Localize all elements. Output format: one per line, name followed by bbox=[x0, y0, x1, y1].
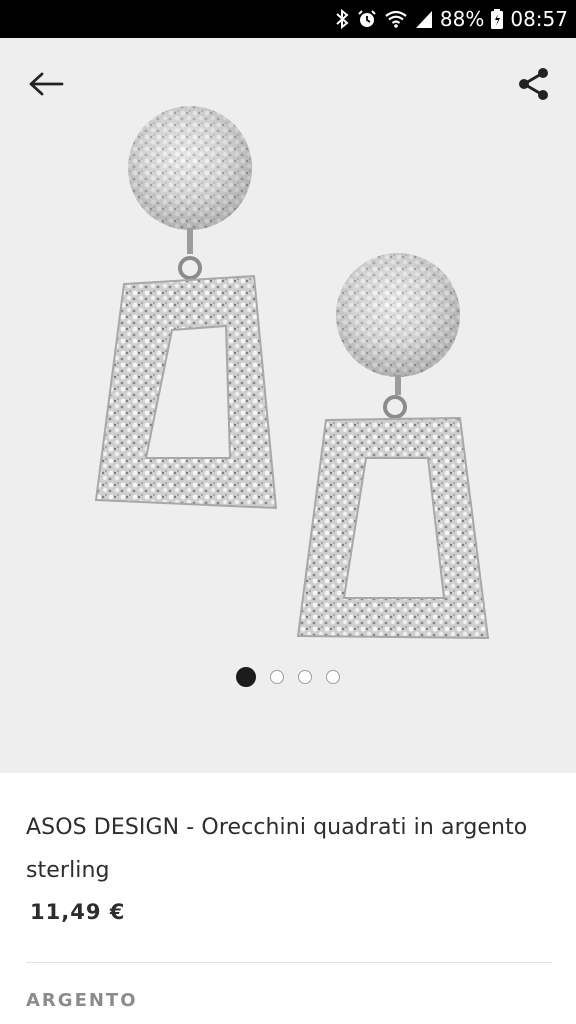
carousel-dot[interactable] bbox=[236, 667, 256, 687]
carousel-indicator bbox=[0, 666, 576, 688]
divider bbox=[26, 962, 552, 963]
product-image bbox=[94, 106, 490, 640]
product-image-carousel[interactable] bbox=[0, 38, 576, 773]
wifi-icon bbox=[384, 9, 408, 29]
share-icon bbox=[519, 68, 548, 100]
battery-percent: 88% bbox=[439, 7, 485, 31]
color-label: ARGENTO bbox=[26, 990, 138, 1011]
alarm-icon bbox=[356, 8, 378, 30]
product-price: 11,49 € bbox=[30, 900, 126, 924]
product-title: ASOS DESIGN - Orecchini quadrati in arge… bbox=[26, 815, 528, 883]
back-button[interactable] bbox=[18, 64, 74, 104]
share-button[interactable] bbox=[504, 62, 564, 106]
bluetooth-icon bbox=[334, 8, 350, 30]
carousel-dot[interactable] bbox=[326, 670, 340, 684]
status-bar: 88% 08:57 bbox=[0, 0, 576, 38]
arrow-left-icon bbox=[29, 72, 64, 96]
carousel-dot[interactable] bbox=[270, 670, 284, 684]
status-time: 08:57 bbox=[510, 7, 568, 31]
product-info: ASOS DESIGN - Orecchini quadrati in arge… bbox=[26, 806, 546, 924]
signal-icon bbox=[414, 9, 434, 29]
battery-icon bbox=[490, 8, 504, 30]
carousel-dot[interactable] bbox=[298, 670, 312, 684]
